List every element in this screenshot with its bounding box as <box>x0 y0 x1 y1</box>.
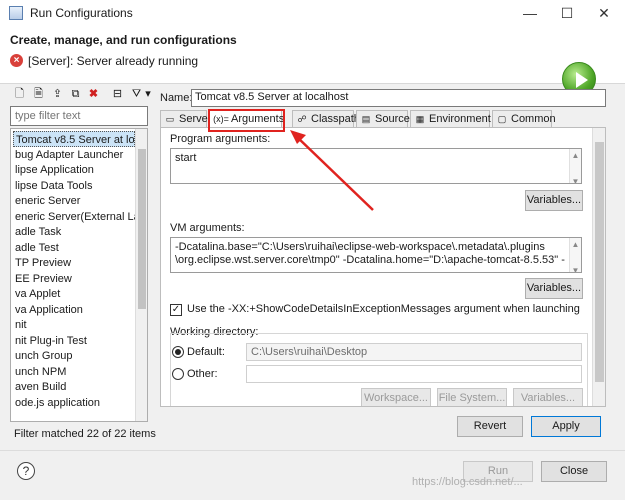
revert-button[interactable]: Revert <box>457 416 523 437</box>
watermark: https://blog.csdn.net/... <box>412 476 523 488</box>
help-icon[interactable]: ? <box>17 462 35 480</box>
close-button[interactable]: Close <box>541 461 607 482</box>
footer-divider <box>0 450 625 451</box>
apply-button[interactable]: Apply <box>531 416 601 437</box>
